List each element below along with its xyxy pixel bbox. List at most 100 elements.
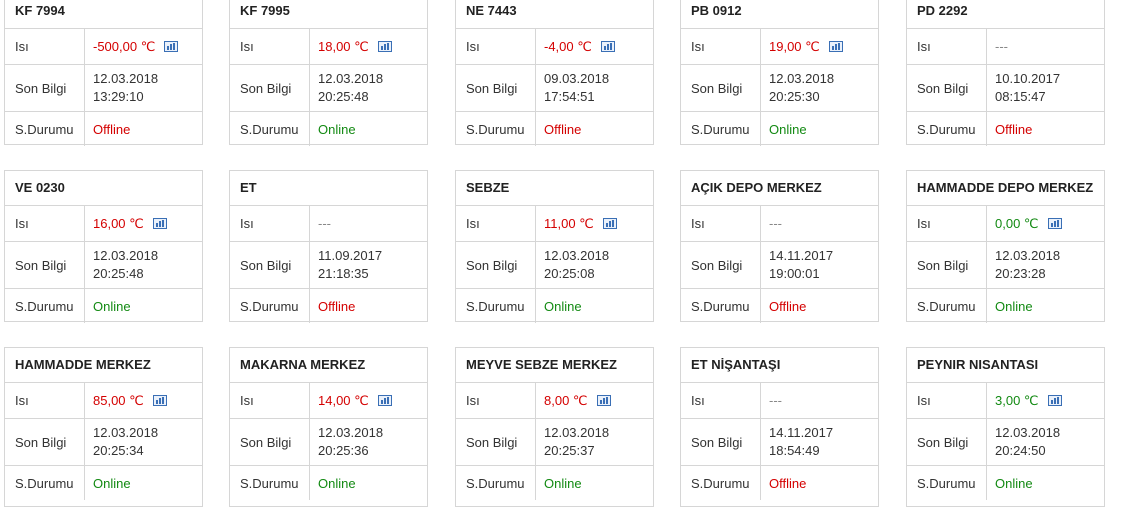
status-row: S.Durumu Online: [907, 289, 1104, 323]
device-name: SEBZE: [456, 171, 653, 206]
status-row: S.Durumu Offline: [681, 289, 878, 323]
last-info-date: 12.03.2018: [93, 71, 159, 86]
device-name: KF 7995: [230, 0, 427, 29]
chart-icon[interactable]: [164, 41, 179, 52]
status-value-cell: Online: [761, 112, 878, 146]
last-info-time: 18:54:49: [769, 443, 820, 458]
last-info-row: Son Bilgi 12.03.2018 20:25:36: [230, 419, 427, 466]
status-value: Online: [318, 121, 356, 137]
last-info-date: 12.03.2018: [544, 248, 610, 263]
device-card[interactable]: AÇIK DEPO MERKEZ Isı --- Son Bilgi 14.11.201…: [680, 170, 879, 323]
chart-icon[interactable]: [828, 41, 843, 52]
temperature-row: Isı -500,00 ℃: [5, 29, 202, 65]
chart-icon[interactable]: [602, 218, 617, 229]
last-info-value: 12.03.2018 20:25:36: [310, 419, 427, 465]
temperature-value-cell: ---: [310, 206, 427, 241]
device-card[interactable]: HAMMADDE DEPO MERKEZ Isı 0,00 ℃ Son Bilgi 12…: [906, 170, 1105, 323]
last-info-time: 20:25:08: [544, 266, 595, 281]
last-info-value: 12.03.2018 20:24:50: [987, 419, 1104, 465]
last-info-date: 12.03.2018: [93, 425, 159, 440]
temperature-label: Isı: [5, 29, 85, 64]
last-info-label: Son Bilgi: [681, 419, 761, 465]
status-value-cell: Online: [536, 289, 653, 323]
chart-icon[interactable]: [1047, 395, 1062, 406]
device-name: KF 7994: [5, 0, 202, 29]
temperature-row: Isı 18,00 ℃: [230, 29, 427, 65]
temperature-value: 0,00 ℃: [995, 215, 1039, 231]
device-card[interactable]: SEBZE Isı 11,00 ℃ Son Bilgi 12.03.2018 20:25:…: [455, 170, 654, 323]
temperature-label: Isı: [456, 383, 536, 418]
last-info-label: Son Bilgi: [5, 419, 85, 465]
last-info-value: 14.11.2017 18:54:49: [761, 419, 878, 465]
last-info-label: Son Bilgi: [907, 65, 987, 111]
last-info-label: Son Bilgi: [230, 65, 310, 111]
status-label: S.Durumu: [681, 466, 761, 500]
device-card[interactable]: PB 0912 Isı 19,00 ℃ Son Bilgi 12.03.2018 20:2…: [680, 0, 879, 146]
last-info-date: 11.09.2017: [318, 248, 383, 263]
device-card[interactable]: MEYVE SEBZE MERKEZ Isı 8,00 ℃ Son Bilgi 12.0…: [455, 347, 654, 507]
device-card[interactable]: KF 7994 Isı -500,00 ℃ Son Bilgi 12.03.2018 13…: [4, 0, 203, 146]
device-card[interactable]: KF 7995 Isı 18,00 ℃ Son Bilgi 12.03.2018 20:2…: [229, 0, 428, 146]
last-info-value: 12.03.2018 20:25:30: [761, 65, 878, 111]
status-value-cell: Online: [536, 466, 653, 500]
temperature-row: Isı 19,00 ℃: [681, 29, 878, 65]
last-info-label: Son Bilgi: [907, 419, 987, 465]
last-info-date: 14.11.2017: [769, 248, 834, 263]
temperature-value: ---: [769, 216, 782, 231]
last-info-label: Son Bilgi: [907, 242, 987, 288]
device-name: ET NİŞANTAŞI: [681, 348, 878, 383]
status-value: Online: [769, 121, 807, 137]
last-info-row: Son Bilgi 12.03.2018 20:25:48: [5, 242, 202, 289]
device-card[interactable]: MAKARNA MERKEZ Isı 14,00 ℃ Son Bilgi 12.03.2…: [229, 347, 428, 507]
temperature-label: Isı: [456, 206, 536, 241]
device-card[interactable]: ET NİŞANTAŞI Isı --- Son Bilgi 14.11.2017 18:…: [680, 347, 879, 507]
temperature-row: Isı ---: [681, 383, 878, 419]
temperature-row: Isı ---: [681, 206, 878, 242]
chart-icon[interactable]: [152, 218, 167, 229]
temperature-value-cell: ---: [987, 29, 1104, 64]
status-label: S.Durumu: [230, 112, 310, 146]
chart-icon[interactable]: [377, 41, 392, 52]
temperature-value-cell: 14,00 ℃: [310, 383, 427, 418]
device-name: HAMMADDE MERKEZ: [5, 348, 202, 383]
status-value: Offline: [544, 121, 582, 137]
status-value-cell: Offline: [761, 466, 878, 500]
last-info-label: Son Bilgi: [456, 419, 536, 465]
chart-icon[interactable]: [152, 395, 167, 406]
temperature-label: Isı: [5, 206, 85, 241]
chart-icon[interactable]: [596, 395, 611, 406]
last-info-date: 09.03.2018: [544, 71, 610, 86]
last-info-time: 20:23:28: [995, 266, 1046, 281]
chart-icon[interactable]: [1047, 218, 1062, 229]
temperature-row: Isı 8,00 ℃: [456, 383, 653, 419]
status-label: S.Durumu: [456, 466, 536, 500]
status-value-cell: Offline: [85, 112, 202, 146]
status-row: S.Durumu Online: [456, 289, 653, 323]
temperature-row: Isı 11,00 ℃: [456, 206, 653, 242]
last-info-value: 11.09.2017 21:18:35: [310, 242, 427, 288]
last-info-value: 12.03.2018 20:23:28: [987, 242, 1104, 288]
temperature-value-cell: ---: [761, 206, 878, 241]
temperature-value: -4,00 ℃: [544, 38, 592, 54]
temperature-value: ---: [769, 393, 782, 408]
chart-icon[interactable]: [600, 41, 615, 52]
last-info-time: 20:25:48: [93, 266, 144, 281]
status-row: S.Durumu Online: [5, 466, 202, 500]
device-card[interactable]: PEYNIR NISANTASI Isı 3,00 ℃ Son Bilgi 12.03.…: [906, 347, 1105, 507]
device-card[interactable]: PD 2292 Isı --- Son Bilgi 10.10.2017 08:15:47…: [906, 0, 1105, 146]
last-info-date: 14.11.2017: [769, 425, 834, 440]
device-card[interactable]: ET Isı --- Son Bilgi 11.09.2017 21:18:35 S.Dur…: [229, 170, 428, 323]
status-value-cell: Online: [310, 466, 427, 500]
device-card[interactable]: VE 0230 Isı 16,00 ℃ Son Bilgi 12.03.2018 20:2…: [4, 170, 203, 323]
temperature-label: Isı: [681, 29, 761, 64]
device-card[interactable]: NE 7443 Isı -4,00 ℃ Son Bilgi 09.03.2018 17:5…: [455, 0, 654, 146]
last-info-value: 12.03.2018 20:25:08: [536, 242, 653, 288]
temperature-row: Isı 16,00 ℃: [5, 206, 202, 242]
device-card[interactable]: HAMMADDE MERKEZ Isı 85,00 ℃ Son Bilgi 12.03.…: [4, 347, 203, 507]
status-value-cell: Offline: [987, 112, 1104, 146]
status-row: S.Durumu Online: [681, 112, 878, 146]
temperature-value-cell: 16,00 ℃: [85, 206, 202, 241]
last-info-time: 20:25:34: [93, 443, 144, 458]
chart-icon[interactable]: [377, 395, 392, 406]
last-info-row: Son Bilgi 12.03.2018 20:25:08: [456, 242, 653, 289]
